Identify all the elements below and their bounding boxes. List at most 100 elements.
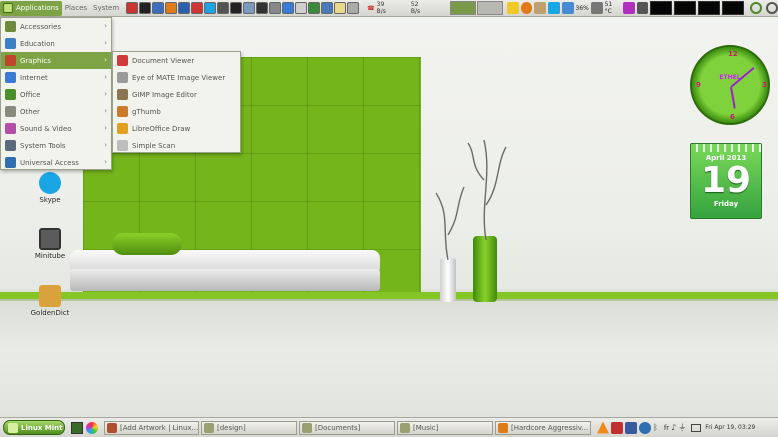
menu-item-gimp[interactable]: GIMP Image Editor	[113, 86, 240, 103]
task-music[interactable]: [Music]	[397, 420, 493, 435]
menu-item-universal-access[interactable]: Universal Access ›	[1, 154, 111, 171]
submenu-arrow-icon: ›	[104, 107, 107, 115]
task-documents[interactable]: [Documents]	[299, 420, 395, 435]
show-desktop-icon[interactable]	[71, 421, 83, 434]
disc-launcher-icon[interactable]	[295, 2, 308, 14]
desktop-icon-label: GoldenDict	[30, 309, 70, 317]
network-tray-icon[interactable]: ⏚	[678, 422, 686, 433]
bottom-panel: Linux Mint [Add Artwork | Linux... [desi…	[0, 417, 778, 437]
menu-item-graphics[interactable]: Graphics ›	[1, 52, 111, 69]
menu-item-eye-of-mate[interactable]: Eye of MATE Image Viewer	[113, 69, 240, 86]
folder-icon[interactable]	[507, 2, 519, 14]
book-launcher-icon[interactable]	[334, 2, 347, 14]
menu-item-document-viewer[interactable]: Document Viewer	[113, 52, 240, 69]
thunderbird-launcher-icon[interactable]	[178, 2, 191, 14]
editor-launcher-icon[interactable]	[217, 2, 230, 14]
battery-icon[interactable]	[561, 2, 574, 14]
desktop-icon-skype[interactable]: Skype	[22, 172, 78, 204]
system-menu-button[interactable]: System	[90, 1, 122, 16]
education-icon	[5, 38, 16, 49]
folder-task-icon	[302, 422, 312, 433]
terminal-launcher-icon[interactable]	[230, 2, 243, 14]
memory-graph	[674, 1, 697, 15]
workspace-switcher[interactable]	[449, 1, 504, 15]
menu-item-libreoffice-draw[interactable]: LibreOffice Draw	[113, 120, 240, 137]
refresh-icon[interactable]	[750, 2, 763, 14]
places-menu-button[interactable]: Places	[62, 1, 90, 16]
submenu-arrow-icon: ›	[104, 39, 107, 47]
menu-item-label: Sound & Video	[20, 124, 72, 133]
menu-item-other[interactable]: Other ›	[1, 103, 111, 120]
camera-launcher-icon[interactable]	[347, 2, 360, 14]
opera-launcher-icon[interactable]	[191, 2, 204, 14]
mail-launcher-icon[interactable]	[282, 2, 295, 14]
menu-item-label: System Tools	[20, 141, 66, 150]
document-viewer-icon	[117, 55, 128, 66]
home-launcher-icon[interactable]	[269, 2, 282, 14]
menu-item-simple-scan[interactable]: Simple Scan	[113, 137, 240, 154]
document-launcher-icon[interactable]	[152, 2, 165, 14]
panel-clock[interactable]: Fri Apr 19, 03:29	[705, 424, 755, 431]
desktop-icon-goldendict[interactable]: GoldenDict	[22, 285, 78, 317]
analog-clock-widget[interactable]: 12 3 6 9 ETHEL	[690, 45, 770, 125]
task-add-artwork[interactable]: [Add Artwork | Linux...	[104, 420, 199, 435]
vlc-icon[interactable]	[597, 421, 609, 434]
compiz-icon[interactable]	[622, 2, 635, 14]
desktop-icon-minitube[interactable]: Minitube	[22, 228, 78, 260]
update-icon[interactable]	[611, 421, 623, 434]
chat-icon[interactable]	[625, 421, 637, 434]
temperature-value: 51 °C	[604, 1, 613, 15]
menu-item-label: Accessories	[20, 22, 62, 31]
firefox-launcher-icon[interactable]	[165, 2, 178, 14]
menu-item-system-tools[interactable]: System Tools ›	[1, 137, 111, 154]
sound-video-icon	[5, 123, 16, 134]
menu-item-sound-video[interactable]: Sound & Video ›	[1, 120, 111, 137]
skype-launcher-icon[interactable]	[204, 2, 217, 14]
top-tray: 36% 51 °C	[507, 1, 649, 15]
menu-item-internet[interactable]: Internet ›	[1, 69, 111, 86]
wallpaper-cushion	[112, 233, 182, 255]
keyboard-layout[interactable]: fr	[664, 424, 669, 432]
menu-item-label: Eye of MATE Image Viewer	[132, 73, 226, 82]
bluetooth-icon[interactable]: ᛒ	[653, 423, 658, 432]
firefox-icon[interactable]	[520, 2, 533, 14]
submenu-arrow-icon: ›	[104, 73, 107, 81]
menu-item-accessories[interactable]: Accessories ›	[1, 18, 111, 35]
monitor-launcher-icon[interactable]	[256, 2, 269, 14]
files-launcher-icon[interactable]	[243, 2, 256, 14]
folder-task-icon	[204, 422, 214, 433]
workspace-1[interactable]	[450, 1, 477, 15]
calendar-widget[interactable]: April 2013 19 Friday	[690, 143, 762, 219]
menu-item-gthumb[interactable]: gThumb	[113, 103, 240, 120]
workspace-2[interactable]	[477, 1, 504, 15]
menu-item-label: gThumb	[132, 107, 161, 116]
task-hardcore[interactable]: [Hardcore Aggressiv...	[495, 420, 591, 435]
youtube-launcher-icon[interactable]	[126, 2, 139, 14]
shield-icon[interactable]	[639, 421, 651, 434]
menu-item-education[interactable]: Education ›	[1, 35, 111, 52]
office-icon	[5, 89, 16, 100]
system-monitor-graphs[interactable]	[648, 1, 745, 15]
battery-tray-icon[interactable]	[691, 423, 702, 432]
media-launcher-icon[interactable]	[139, 2, 152, 14]
weather-icon[interactable]	[534, 2, 547, 14]
task-design[interactable]: [design]	[201, 420, 297, 435]
gthumb-icon	[117, 106, 128, 117]
settings-launcher-icon[interactable]	[321, 2, 334, 14]
image-viewer-icon	[117, 72, 128, 83]
desktop-icon-label: Skype	[39, 196, 61, 204]
skype-tray-icon[interactable]	[548, 2, 560, 14]
linux-mint-menu-button[interactable]: Linux Mint	[3, 420, 65, 435]
applications-menu-button[interactable]: Applications	[0, 0, 62, 16]
temperature-icon[interactable]	[590, 2, 603, 14]
shutdown-icon[interactable]	[766, 2, 778, 14]
software-launcher-icon[interactable]	[308, 2, 321, 14]
tools-icon[interactable]	[636, 2, 649, 14]
color-wheel-icon[interactable]	[86, 421, 98, 434]
submenu-arrow-icon: ›	[104, 158, 107, 166]
system-tray: ᛒ fr ♪ ⏚	[597, 421, 702, 434]
swap-graph	[722, 1, 745, 15]
volume-icon[interactable]: ♪	[671, 423, 676, 432]
browser-task-icon	[107, 422, 117, 433]
menu-item-office[interactable]: Office ›	[1, 86, 111, 103]
